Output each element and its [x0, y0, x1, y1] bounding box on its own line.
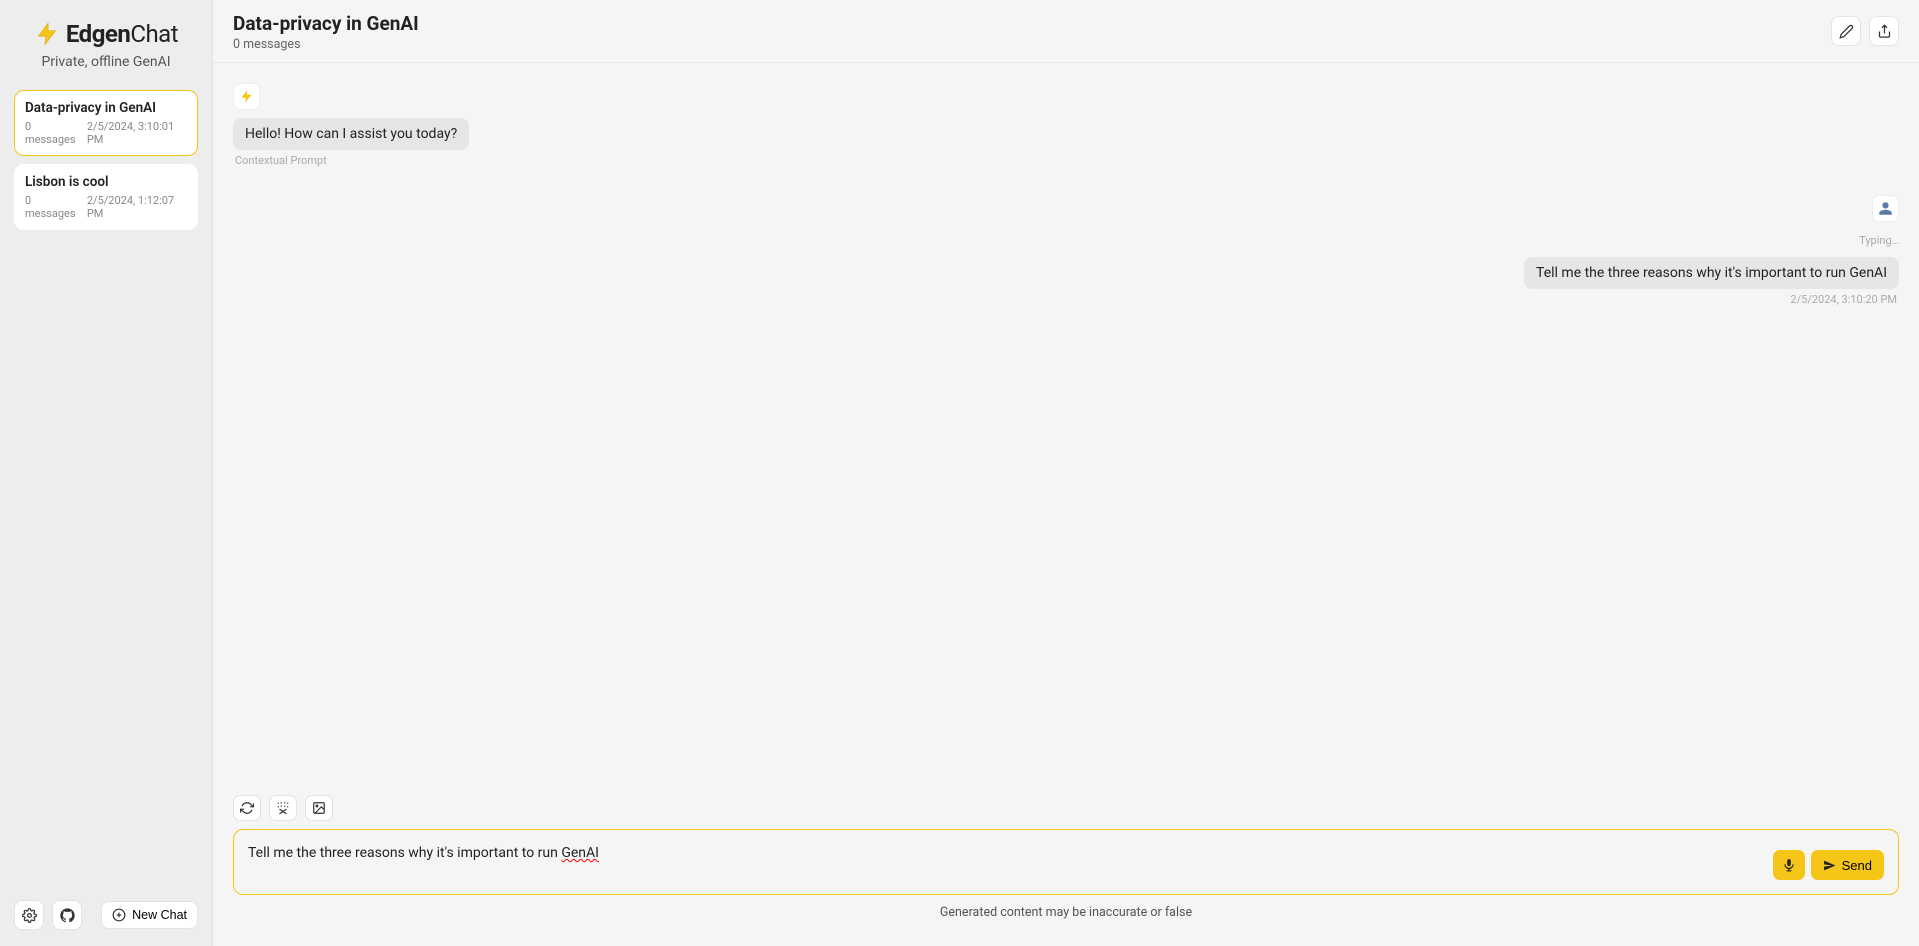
- send-label: Send: [1842, 858, 1872, 873]
- plus-circle-icon: [112, 908, 126, 922]
- edit-button[interactable]: [1831, 16, 1861, 46]
- composer-text-prefix: Tell me the three reasons why it's impor…: [248, 845, 561, 861]
- composer: Tell me the three reasons why it's impor…: [233, 829, 1899, 895]
- image-icon: [312, 801, 326, 815]
- user-typing-status: Typing…: [233, 234, 1899, 247]
- chat-title: Data-privacy in GenAI: [233, 12, 419, 35]
- main-panel: Data-privacy in GenAI 0 messages: [213, 0, 1919, 946]
- image-button[interactable]: [305, 795, 333, 821]
- github-icon: [60, 908, 75, 923]
- conversation-item[interactable]: Data-privacy in GenAI 0 messages 2/5/202…: [14, 90, 198, 156]
- composer-tools: [233, 795, 1899, 821]
- magic-wand-icon: [276, 801, 290, 815]
- assistant-message-group: Hello! How can I assist you today? Conte…: [233, 83, 1899, 167]
- conversation-msg-count: 0 messages: [25, 120, 81, 146]
- conversation-list: Data-privacy in GenAI 0 messages 2/5/202…: [0, 82, 212, 888]
- app-name-light: Chat: [130, 20, 178, 48]
- bolt-icon: [239, 89, 254, 104]
- user-timestamp: 2/5/2024, 3:10:20 PM: [233, 293, 1899, 306]
- app-tagline: Private, offline GenAI: [10, 54, 202, 70]
- disclaimer: Generated content may be inaccurate or f…: [233, 895, 1899, 938]
- pencil-icon: [1839, 24, 1854, 39]
- refresh-icon: [240, 801, 254, 815]
- app-logo: EdgenChat: [10, 20, 202, 48]
- conversation-meta: 0 messages 2/5/2024, 3:10:01 PM: [25, 120, 187, 146]
- conversation-msg-count: 0 messages: [25, 194, 81, 220]
- assistant-caption: Contextual Prompt: [233, 154, 428, 167]
- composer-text-spellerr: GenAI: [561, 845, 599, 861]
- user-bubble: Tell me the three reasons why it's impor…: [1524, 257, 1899, 289]
- composer-section: Tell me the three reasons why it's impor…: [213, 787, 1919, 946]
- conversation-timestamp: 2/5/2024, 3:10:01 PM: [87, 120, 187, 146]
- share-button[interactable]: [1869, 16, 1899, 46]
- conversation-timestamp: 2/5/2024, 1:12:07 PM: [87, 194, 187, 220]
- composer-actions: Send: [1773, 850, 1884, 880]
- topbar-actions: [1831, 16, 1899, 46]
- assistant-bubble: Hello! How can I assist you today?: [233, 118, 469, 150]
- github-button[interactable]: [52, 900, 82, 930]
- sidebar-footer: New Chat: [0, 888, 212, 946]
- conversation-title: Lisbon is cool: [25, 174, 187, 190]
- conversation-meta: 0 messages 2/5/2024, 1:12:07 PM: [25, 194, 187, 220]
- person-icon: [1878, 201, 1893, 216]
- conversation-item[interactable]: Lisbon is cool 0 messages 2/5/2024, 1:12…: [14, 164, 198, 230]
- new-chat-label: New Chat: [132, 908, 187, 922]
- settings-button[interactable]: [14, 900, 44, 930]
- topbar: Data-privacy in GenAI 0 messages: [213, 0, 1919, 63]
- composer-input[interactable]: Tell me the three reasons why it's impor…: [248, 844, 1763, 864]
- messages-area[interactable]: Hello! How can I assist you today? Conte…: [213, 63, 1919, 787]
- assistant-avatar: [233, 83, 260, 110]
- app-name-bold: Edgen: [66, 20, 130, 48]
- bolt-icon: [34, 21, 60, 47]
- user-message-group: Typing… Tell me the three reasons why it…: [233, 195, 1899, 306]
- new-chat-button[interactable]: New Chat: [101, 901, 198, 929]
- topbar-heading: Data-privacy in GenAI 0 messages: [233, 12, 419, 52]
- user-avatar: [1872, 195, 1899, 222]
- mic-button[interactable]: [1773, 850, 1805, 880]
- gear-icon: [22, 908, 37, 923]
- mic-icon: [1782, 858, 1796, 872]
- chat-subtitle: 0 messages: [233, 37, 419, 52]
- app-name: EdgenChat: [66, 20, 178, 48]
- conversation-title: Data-privacy in GenAI: [25, 100, 187, 116]
- magic-button[interactable]: [269, 795, 297, 821]
- sidebar: EdgenChat Private, offline GenAI Data-pr…: [0, 0, 213, 946]
- sidebar-header: EdgenChat Private, offline GenAI: [0, 0, 212, 82]
- regenerate-button[interactable]: [233, 795, 261, 821]
- send-button[interactable]: Send: [1811, 850, 1884, 880]
- send-icon: [1823, 859, 1836, 872]
- share-icon: [1877, 24, 1892, 39]
